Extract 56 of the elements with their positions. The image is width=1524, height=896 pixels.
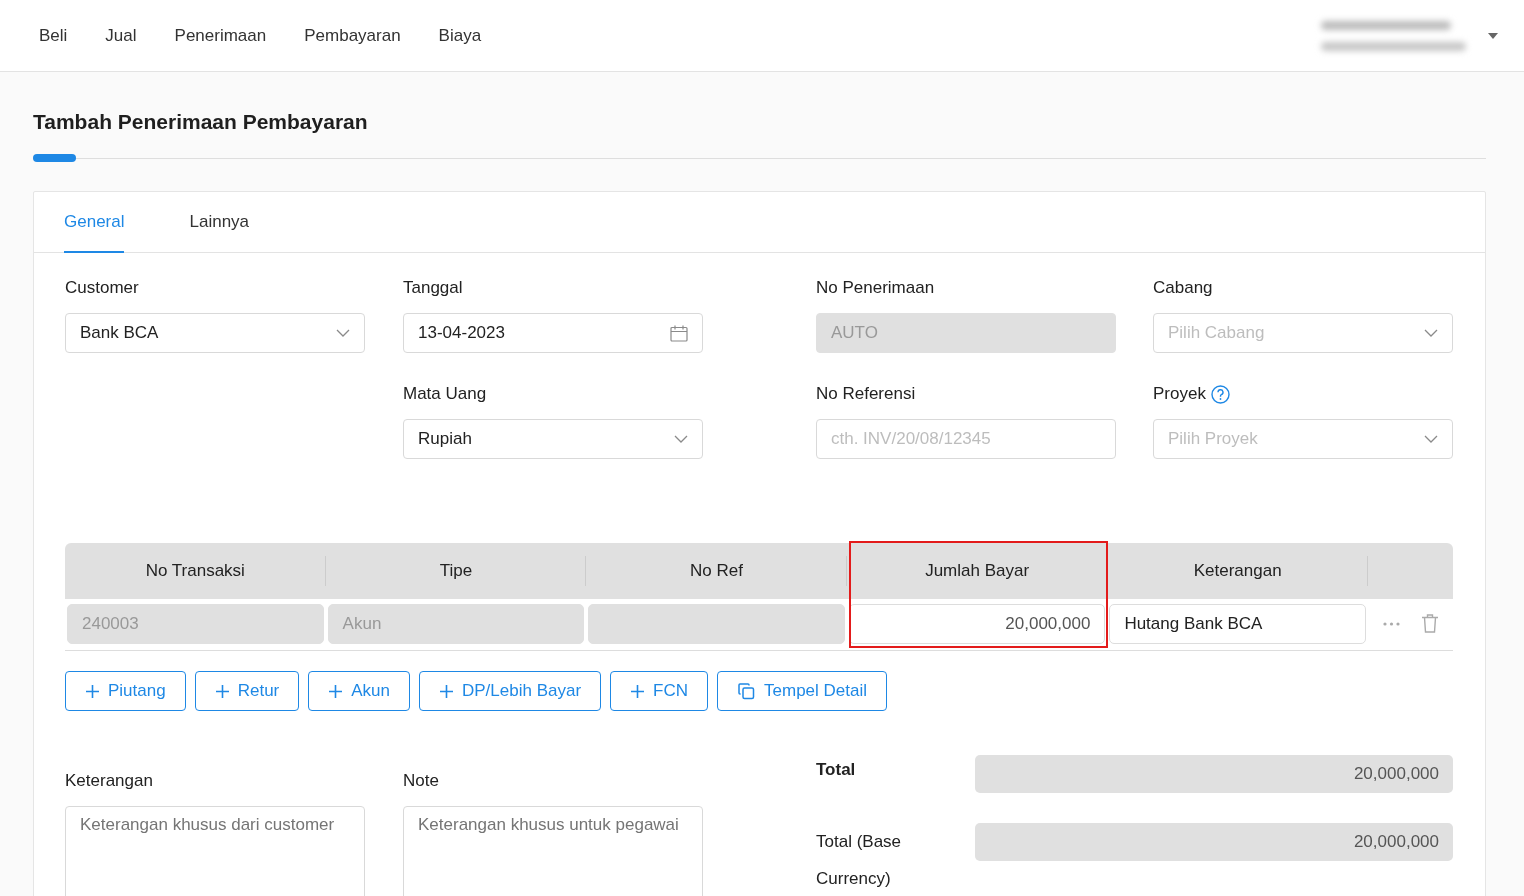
field-label: Cabang (1153, 278, 1213, 298)
total-label: Total (816, 759, 857, 781)
title-accent-bar (33, 154, 76, 162)
dropdown-field[interactable]: Rupiah (403, 419, 703, 459)
nav-link[interactable]: Pembayaran (304, 25, 401, 46)
add-button[interactable]: Piutang (65, 671, 186, 711)
text-area[interactable]: Keterangan khusus untuk pegawai (403, 806, 703, 896)
chevron-down-icon (336, 329, 350, 337)
add-button[interactable]: Retur (194, 671, 300, 711)
add-button[interactable]: DP/Lebih Bayar (419, 671, 602, 711)
help-icon[interactable] (1210, 384, 1230, 404)
nav-link[interactable]: Biaya (438, 25, 482, 46)
field-label: Customer (65, 278, 139, 298)
plus-icon (631, 684, 645, 698)
text-area[interactable]: Keterangan khusus dari customer (65, 806, 365, 896)
field-label: Proyek (1153, 384, 1206, 404)
dropdown-field[interactable]: Bank BCA (65, 313, 365, 353)
chevron-down-icon (1424, 329, 1438, 337)
trash-icon[interactable] (1422, 614, 1438, 633)
tab[interactable]: Lainnya (189, 192, 250, 253)
field-label: Keterangan (65, 771, 153, 791)
plus-icon (215, 684, 229, 698)
plus-icon (440, 684, 453, 698)
column-header: Jumlah Bayar (846, 543, 1108, 599)
add-button[interactable]: FCN (610, 671, 709, 711)
calendar-icon[interactable] (670, 324, 688, 342)
field-label: Tanggal (403, 278, 463, 298)
input-field[interactable]: Hutang Bank BCA (1109, 604, 1366, 644)
total-value-field: 20,000,000 (975, 823, 1453, 861)
add-button[interactable]: Akun (308, 671, 410, 711)
field-label: Mata Uang (403, 384, 487, 404)
add-button[interactable]: Tempel Detail (717, 671, 888, 711)
field-label: No Referensi (816, 384, 916, 404)
chevron-down-icon (674, 435, 688, 443)
column-header: Tipe (325, 543, 587, 599)
nav-link[interactable]: Jual (105, 25, 137, 46)
total-value-field: 20,000,000 (975, 755, 1453, 793)
caret-icon[interactable] (1488, 32, 1498, 39)
field-label: No Penerimaan (816, 278, 935, 298)
date-field[interactable]: 13-04-2023 (403, 313, 703, 353)
column-header: Keterangan (1107, 543, 1368, 599)
tab[interactable]: General (64, 192, 125, 253)
field-label: Note (403, 771, 439, 791)
plus-icon (329, 684, 343, 698)
nav-link[interactable]: Beli (39, 25, 68, 46)
chevron-down-icon (1424, 435, 1438, 443)
plus-icon (86, 684, 99, 698)
readonly-cell-field: Akun (327, 604, 585, 644)
column-header: No Transaksi (65, 543, 326, 599)
total-label: Total (Base Currency) (816, 831, 903, 890)
more-icon[interactable] (1383, 621, 1400, 626)
copy-icon (738, 682, 756, 700)
readonly-cell-field: 240003 (67, 604, 324, 644)
page-title: Tambah Penerimaan Pembayaran (33, 110, 369, 134)
nav-link[interactable]: Penerimaan (174, 25, 267, 46)
column-header: No Ref (586, 543, 847, 599)
